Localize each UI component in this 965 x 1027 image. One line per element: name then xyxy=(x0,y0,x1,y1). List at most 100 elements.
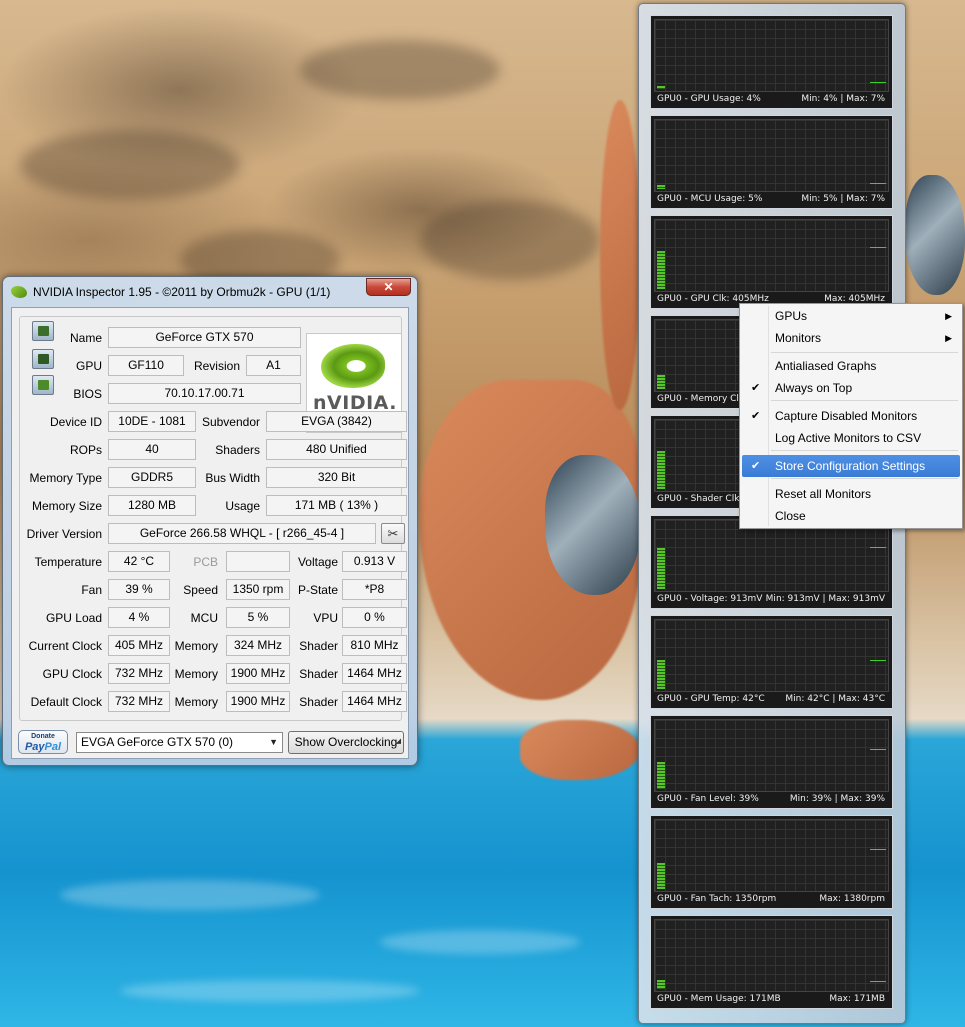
default-shader-label: Shader xyxy=(299,695,338,709)
menu-item-close[interactable]: Close xyxy=(742,505,960,527)
monitor-level-bar xyxy=(657,185,665,189)
monitor-grid xyxy=(654,719,889,792)
voltage-value: 0.913 V xyxy=(342,551,407,572)
monitor-label: GPU0 - GPU Usage: 4% xyxy=(657,94,761,104)
close-button[interactable]: ✕ xyxy=(366,278,411,296)
monitor-level-bar xyxy=(657,375,665,389)
rops-value: 40 xyxy=(108,439,196,460)
menu-item-antialiased-graphs[interactable]: Antialiased Graphs xyxy=(742,355,960,377)
default-clock-label: Default Clock xyxy=(30,695,102,709)
revision-label: Revision xyxy=(193,359,240,373)
menu-item-log-active-monitors-to-csv[interactable]: Log Active Monitors to CSV xyxy=(742,427,960,449)
monitor-icon[interactable] xyxy=(32,349,54,369)
monitor-trace-line xyxy=(870,183,886,184)
checkmark-icon: ✔ xyxy=(751,382,761,394)
monitor-graph[interactable]: GPU0 - Fan Level: 39% Min: 39% | Max: 39% xyxy=(650,715,893,809)
monitor-graph[interactable]: GPU0 - Mem Usage: 171MB Max: 171MB xyxy=(650,915,893,1009)
monitor-minmax: Max: 1380rpm xyxy=(819,894,885,904)
monitor-level-bar xyxy=(657,251,665,289)
paypal-pay-text: Pay xyxy=(24,741,45,753)
menu-separator xyxy=(771,450,958,451)
vpu-label: VPU xyxy=(313,611,338,625)
monitor-level-bar xyxy=(657,451,665,489)
monitor-label: GPU0 - Shader Clk xyxy=(657,494,740,504)
dropdown-arrow-icon: ▼ xyxy=(269,737,278,747)
show-overclocking-label: Show Overclocking xyxy=(294,735,398,749)
gpu-info-panel: Name GeForce GTX 570 GPU GF110 Revision … xyxy=(19,316,407,721)
monitor-graph[interactable]: GPU0 - Fan Tach: 1350rpm Max: 1380rpm xyxy=(650,815,893,909)
menu-item-label: Close xyxy=(775,509,806,523)
memory-size-value: 1280 MB xyxy=(108,495,196,516)
paypal-donate-button[interactable]: Donate PayPal xyxy=(18,730,68,754)
paypal-pal-text: Pal xyxy=(44,741,62,753)
monitor-graph[interactable]: GPU0 - MCU Usage: 5% Min: 5% | Max: 7% xyxy=(650,115,893,209)
current-shader-label: Shader xyxy=(299,639,338,653)
menu-item-label: Reset all Monitors xyxy=(775,487,872,501)
subvendor-label: Subvendor xyxy=(201,415,260,429)
monitor-graph[interactable]: GPU0 - GPU Clk: 405MHz Max: 405MHz xyxy=(650,215,893,309)
submenu-arrow-icon: ▶ xyxy=(945,311,952,321)
menu-item-always-on-top[interactable]: ✔ Always on Top xyxy=(742,377,960,399)
memory-size-label: Memory Size xyxy=(31,499,102,513)
monitor-minmax: Max: 171MB xyxy=(829,994,885,1004)
subvendor-value: EVGA (3842) xyxy=(266,411,407,432)
gpu-memory-value: 1900 MHz xyxy=(226,663,290,684)
monitor-grid xyxy=(654,919,889,992)
device-id-value: 10DE - 1081 xyxy=(108,411,196,432)
memory-type-value: GDDR5 xyxy=(108,467,196,488)
monitor-level-bar xyxy=(657,863,665,889)
current-memory-label: Memory xyxy=(174,639,218,653)
gpu-clock-value: 732 MHz xyxy=(108,663,170,684)
name-label: Name xyxy=(69,331,102,345)
menu-item-monitors[interactable]: Monitors ▶ xyxy=(742,327,960,349)
monitor-level-bar xyxy=(657,86,665,89)
monitor-graph[interactable]: GPU0 - GPU Usage: 4% Min: 4% | Max: 7% xyxy=(650,15,893,109)
speed-label: Speed xyxy=(183,583,218,597)
monitor-caption: GPU0 - MCU Usage: 5% Min: 5% | Max: 7% xyxy=(654,192,889,206)
revision-value: A1 xyxy=(246,355,301,376)
driver-tools-button[interactable]: ✂ xyxy=(381,523,405,544)
monitor-trace-line xyxy=(870,749,886,750)
title-bar[interactable]: NVIDIA Inspector 1.95 - ©2011 by Orbmu2k… xyxy=(11,283,330,301)
menu-item-gpus[interactable]: GPUs ▶ xyxy=(742,305,960,327)
menu-separator xyxy=(771,478,958,479)
monitor-caption: GPU0 - GPU Usage: 4% Min: 4% | Max: 7% xyxy=(654,92,889,106)
bus-width-label: Bus Width xyxy=(205,471,260,485)
current-clock-label: Current Clock xyxy=(28,639,102,653)
menu-item-reset-all-monitors[interactable]: Reset all Monitors xyxy=(742,483,960,505)
shaders-value: 480 Unified xyxy=(266,439,407,460)
usage-value: 171 MB ( 13% ) xyxy=(266,495,407,516)
rops-label: ROPs xyxy=(69,443,102,457)
monitor-grid xyxy=(654,119,889,192)
gpu-load-label: GPU Load xyxy=(45,611,102,625)
menu-item-label: Antialiased Graphs xyxy=(775,359,877,373)
menu-item-store-configuration-settings[interactable]: ✔ Store Configuration Settings xyxy=(742,455,960,477)
default-memory-value: 1900 MHz xyxy=(226,691,290,712)
speed-value: 1350 rpm xyxy=(226,579,290,600)
monitor-label: GPU0 - Fan Level: 39% xyxy=(657,794,759,804)
monitor-grid xyxy=(654,219,889,292)
monitor-caption: GPU0 - Fan Tach: 1350rpm Max: 1380rpm xyxy=(654,892,889,906)
gpu-shader-value: 1464 MHz xyxy=(342,663,407,684)
monitor-minmax: Min: 42°C | Max: 43°C xyxy=(785,694,885,704)
card-icon[interactable] xyxy=(32,375,54,395)
pcb-value xyxy=(226,551,290,572)
monitor-grid xyxy=(654,619,889,692)
monitor-graph[interactable]: GPU0 - GPU Temp: 42°C Min: 42°C | Max: 43… xyxy=(650,615,893,709)
temperature-value: 42 °C xyxy=(108,551,170,572)
monitor-caption: GPU0 - Mem Usage: 171MB Max: 171MB xyxy=(654,992,889,1006)
menu-item-capture-disabled-monitors[interactable]: ✔ Capture Disabled Monitors xyxy=(742,405,960,427)
monitor-graph[interactable]: GPU0 - Voltage: 913mV Min: 913mV | Max: 9… xyxy=(650,515,893,609)
monitor-level-bar xyxy=(657,762,665,789)
screenshot-icon[interactable] xyxy=(32,321,54,341)
device-id-label: Device ID xyxy=(49,415,102,429)
monitor-grid xyxy=(654,519,889,592)
show-overclocking-button[interactable]: Show Overclocking ◢ xyxy=(288,731,404,754)
monitor-trace-line xyxy=(870,247,886,248)
monitor-level-bar xyxy=(657,660,665,689)
gpu-label: GPU xyxy=(75,359,102,373)
monitor-minmax: Min: 4% | Max: 7% xyxy=(801,94,885,104)
gpu-value: GF110 xyxy=(108,355,184,376)
monitor-grid xyxy=(654,19,889,92)
gpu-select-dropdown[interactable]: EVGA GeForce GTX 570 (0) ▼ xyxy=(76,732,283,753)
